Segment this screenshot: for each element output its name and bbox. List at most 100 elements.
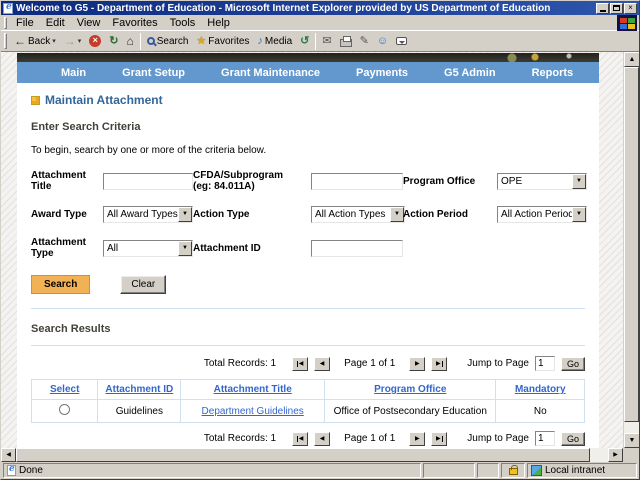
nav-main[interactable]: Main xyxy=(61,67,86,79)
attachment-id-input[interactable] xyxy=(311,239,403,257)
last-page-button[interactable]: ▶ xyxy=(431,431,448,446)
nav-reports[interactable]: Reports xyxy=(532,67,574,79)
home-button[interactable]: ⌂ xyxy=(122,32,137,51)
vertical-scrollbar-track[interactable] xyxy=(624,422,639,433)
refresh-button[interactable]: ↻ xyxy=(105,32,122,51)
back-button[interactable]: ← Back ▾ xyxy=(10,32,60,51)
header-attachment-id[interactable]: Attachment ID xyxy=(97,379,182,400)
toolbar-separator2 xyxy=(315,32,317,50)
forward-button[interactable]: → ▾ xyxy=(60,32,86,51)
restore-icon xyxy=(613,5,620,11)
jump-to-page-label: Jump to Page xyxy=(467,433,529,444)
page-title: Maintain Attachment xyxy=(31,93,585,107)
table-row: Guidelines Department Guidelines Office … xyxy=(30,399,585,423)
program-office-value: OPE xyxy=(501,175,523,187)
discuss-button[interactable] xyxy=(392,32,411,51)
edit-button[interactable]: ✎ xyxy=(356,32,373,51)
stop-button[interactable]: × xyxy=(85,32,105,51)
header-mandatory[interactable]: Mandatory xyxy=(495,379,585,400)
first-page-button[interactable]: ◀ xyxy=(292,356,309,371)
horizontal-scrollbar-thumb[interactable] xyxy=(16,448,590,462)
attachment-title-link[interactable]: Department Guidelines xyxy=(202,406,304,417)
zone-text: Local intranet xyxy=(545,465,606,476)
search-button-toolbar[interactable]: Search xyxy=(143,32,193,51)
header-program-office[interactable]: Program Office xyxy=(324,379,497,400)
attachment-type-label: Attachment Type xyxy=(31,237,87,259)
header-select[interactable]: Select xyxy=(30,379,99,400)
menu-tools[interactable]: Tools xyxy=(164,16,202,30)
jump-to-page-label: Jump to Page xyxy=(467,358,529,369)
criteria-heading: Enter Search Criteria xyxy=(31,121,141,133)
security-zone-pane: Local intranet xyxy=(527,463,637,478)
next-page-button[interactable]: ▶ xyxy=(409,431,426,446)
vertical-scrollbar[interactable]: ▲ ▼ xyxy=(623,52,639,448)
go-button[interactable]: Go xyxy=(560,356,585,371)
menu-view[interactable]: View xyxy=(71,16,107,30)
mail-button[interactable]: ✉ xyxy=(318,32,335,51)
forward-dropdown-icon[interactable]: ▾ xyxy=(78,37,82,45)
scroll-up-button[interactable]: ▲ xyxy=(624,52,639,67)
horizontal-scrollbar[interactable]: ◀ ▶ xyxy=(1,448,639,462)
ie-page-icon xyxy=(3,2,13,14)
favorites-label: Favorites xyxy=(208,35,250,47)
row-select-radio[interactable] xyxy=(59,404,71,415)
scroll-left-button[interactable]: ◀ xyxy=(1,448,16,462)
menu-file[interactable]: File xyxy=(10,16,40,30)
favorites-button[interactable]: ★ Favorites xyxy=(192,32,253,51)
jump-to-page-input[interactable] xyxy=(534,431,555,446)
attachment-type-select[interactable]: All ▼ xyxy=(103,239,193,257)
first-page-icon: ◀ xyxy=(296,435,304,442)
cfda-input[interactable] xyxy=(311,172,403,190)
chevron-down-icon[interactable]: ▼ xyxy=(178,207,192,222)
action-type-select[interactable]: All Action Types ▼ xyxy=(311,206,405,223)
history-button[interactable]: ↺ xyxy=(296,32,313,51)
attachment-title-input[interactable] xyxy=(103,172,193,190)
close-button[interactable]: × xyxy=(624,2,637,14)
program-office-select[interactable]: OPE ▼ xyxy=(497,172,587,190)
go-button[interactable]: Go xyxy=(560,431,585,446)
scroll-right-button[interactable]: ▶ xyxy=(608,448,623,462)
cell-mandatory: No xyxy=(495,399,585,423)
header-attachment-title[interactable]: Attachment Title xyxy=(180,379,326,400)
media-button[interactable]: ♪ Media xyxy=(253,32,296,51)
chevron-down-icon[interactable]: ▼ xyxy=(178,240,192,256)
award-type-select[interactable]: All Award Types ▼ xyxy=(103,206,193,223)
scroll-down-button[interactable]: ▼ xyxy=(624,433,639,448)
nav-payments[interactable]: Payments xyxy=(356,67,408,79)
title-bar: Welcome to G5 - Department of Education … xyxy=(1,1,639,15)
cell-program-office: Office of Postsecondary Education xyxy=(324,399,497,423)
next-page-button[interactable]: ▶ xyxy=(409,356,426,371)
prev-page-button[interactable]: ◀ xyxy=(314,356,331,371)
print-button[interactable] xyxy=(336,32,356,51)
page-title-text: Maintain Attachment xyxy=(45,93,163,107)
clear-button[interactable]: Clear xyxy=(120,275,167,294)
action-period-value: All Action Periods xyxy=(501,209,572,220)
menu-help[interactable]: Help xyxy=(201,16,236,30)
nav-g5-admin[interactable]: G5 Admin xyxy=(444,67,496,79)
chevron-down-icon[interactable]: ▼ xyxy=(572,173,586,189)
menu-favorites[interactable]: Favorites xyxy=(106,16,163,30)
action-period-select[interactable]: All Action Periods ▼ xyxy=(497,206,587,223)
last-page-button[interactable]: ▶ xyxy=(431,356,448,371)
jump-to-page-input[interactable] xyxy=(534,356,555,371)
first-page-button[interactable]: ◀ xyxy=(292,431,309,446)
minimize-button[interactable] xyxy=(596,2,609,14)
status-text: Done xyxy=(19,465,43,476)
table-header-row: Select Attachment ID Attachment Title Pr… xyxy=(30,379,585,400)
next-page-icon: ▶ xyxy=(414,435,420,442)
vertical-scrollbar-thumb[interactable] xyxy=(624,67,639,422)
menu-edit[interactable]: Edit xyxy=(40,16,71,30)
banner-image-strip xyxy=(17,53,599,62)
chevron-down-icon[interactable]: ▼ xyxy=(390,207,404,222)
last-page-icon: ▶ xyxy=(435,360,443,367)
chevron-down-icon[interactable]: ▼ xyxy=(572,207,586,222)
status-message-pane: Done xyxy=(3,463,421,478)
back-dropdown-icon[interactable]: ▾ xyxy=(52,37,56,45)
horizontal-scrollbar-track[interactable] xyxy=(590,448,608,462)
restore-button[interactable] xyxy=(610,2,623,14)
nav-grant-setup[interactable]: Grant Setup xyxy=(122,67,185,79)
prev-page-button[interactable]: ◀ xyxy=(314,431,331,446)
search-button[interactable]: Search xyxy=(31,275,91,294)
nav-grant-maintenance[interactable]: Grant Maintenance xyxy=(221,67,320,79)
messenger-button[interactable]: ☺ xyxy=(373,32,392,51)
